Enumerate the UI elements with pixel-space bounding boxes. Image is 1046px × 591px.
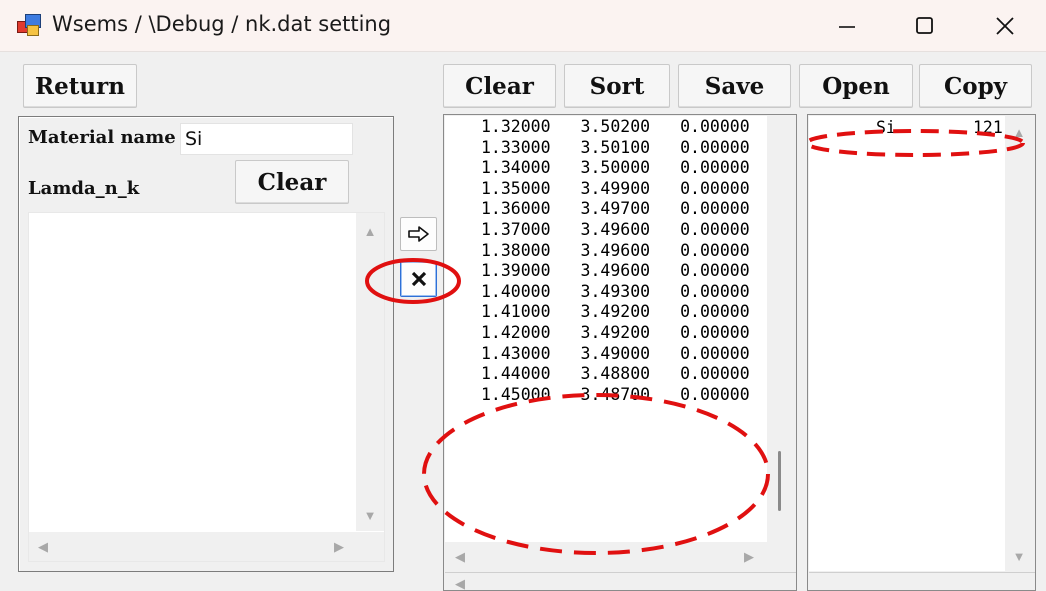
annotation-overlay	[365, 129, 1025, 555]
annotation-dashed-ellipse-list	[805, 129, 1025, 157]
annotation-dashed-ellipse-table	[422, 393, 770, 555]
annotation-circle-delete	[365, 258, 461, 304]
